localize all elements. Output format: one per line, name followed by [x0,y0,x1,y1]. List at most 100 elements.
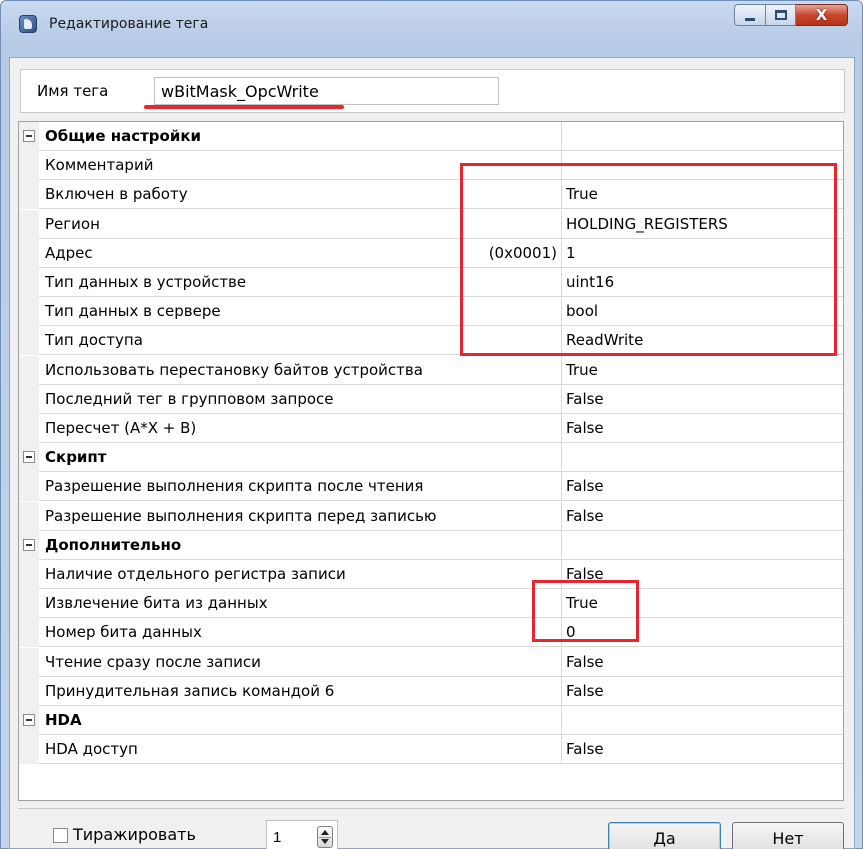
property-row[interactable]: Пересчет (A*X + B) False [19,414,843,443]
property-name: Чтение сразу после записи [39,647,562,677]
category-title: HDA [39,706,562,735]
grid-margin [19,647,39,677]
property-row[interactable]: Разрешение выполнения скрипта после чтен… [19,472,843,502]
property-value[interactable]: False [562,648,843,677]
property-name-text: Использовать перестановку байтов устройс… [45,360,423,379]
grid-margin [19,589,39,619]
tag-editor-icon [19,15,37,33]
property-name-text: Комментарий [45,156,154,175]
tag-name-input[interactable] [154,77,499,105]
close-button[interactable]: X [796,4,848,26]
property-value[interactable]: False [562,385,843,414]
collapse-icon[interactable] [23,130,35,142]
grid-margin [19,676,39,706]
grid-category[interactable]: Дополнительно [19,530,843,560]
property-name-text: Разрешение выполнения скрипта после чтен… [45,477,424,496]
property-row[interactable]: Извлечение бита из данных True [19,589,843,619]
collapse-icon[interactable] [23,538,35,551]
property-row[interactable]: Принудительная запись командой 6 False [19,676,843,706]
minimize-button[interactable] [734,4,766,26]
grid-category[interactable]: Общие настройки [19,122,843,151]
category-value [562,122,843,151]
footer-separator [18,808,844,809]
grid-margin [19,297,39,327]
dialog-client-area: Имя тега Общие настройки Комментарий Включ… [9,57,855,849]
property-name-text: HDA доступ [45,740,138,759]
grid-margin [19,326,39,356]
category-title: Скрипт [39,443,562,473]
property-name: Номер бита данных [39,618,562,648]
grid-margin [19,735,39,765]
grid-margin [19,238,39,268]
grid-margin [19,560,39,589]
tag-edit-window: Редактирование тега X Имя тега Общие нас… [0,0,863,849]
property-name-text: Тип данных в устройстве [45,273,247,291]
grid-margin [19,530,39,560]
property-value[interactable]: True [562,356,843,385]
property-row[interactable]: Последний тег в групповом запросе False [19,384,843,414]
maximize-button[interactable] [766,4,796,26]
property-row[interactable]: Разрешение выполнения скрипта перед запи… [19,501,843,531]
cancel-button[interactable]: Нет [732,822,844,849]
category-title: Общие настройки [39,122,562,151]
property-value[interactable]: False [562,502,843,531]
property-row[interactable]: Чтение сразу после записи False [19,647,843,677]
property-name: Принудительная запись командой 6 [39,676,562,706]
grid-category[interactable]: Скрипт [19,443,843,473]
property-value[interactable]: False [562,735,843,765]
grid-margin [19,618,39,648]
category-value [562,443,843,473]
property-value[interactable]: False [562,414,843,443]
grid-margin [19,180,39,210]
spin-down-icon[interactable] [321,839,329,844]
grid-margin [19,443,39,473]
property-value[interactable]: False [562,472,843,502]
property-name-text: Адрес [45,243,93,262]
property-name-text: Номер бита данных [45,623,202,642]
property-name: Последний тег в групповом запросе [39,384,562,414]
grid-margin [19,501,39,531]
grid-margin [19,472,39,502]
grid-category[interactable]: HDA [19,706,843,735]
grid-margin [19,355,39,385]
property-name-text: Тип данных в сервере [45,302,221,321]
property-row[interactable]: Наличие отдельного регистра записи False [19,560,843,589]
property-name-text: Регион [45,214,100,233]
replicate-checkbox[interactable] [53,828,68,843]
tag-name-label: Имя тега [37,82,109,100]
property-name: Извлечение бита из данных [39,589,562,619]
count-spinner[interactable]: 1 [266,820,338,849]
property-row[interactable]: Использовать перестановку байтов устройс… [19,355,843,385]
count-value[interactable]: 1 [273,829,281,846]
replicate-label[interactable]: Тиражировать [73,825,196,844]
grid-margin [19,414,39,443]
collapse-icon[interactable] [23,451,35,464]
property-name-text: Разрешение выполнения скрипта перед запи… [45,506,437,525]
property-name-text: Чтение сразу после записи [45,652,261,671]
maximize-icon [774,10,787,20]
grid-margin [19,384,39,414]
collapse-icon[interactable] [23,714,35,726]
category-value [562,531,843,560]
title-bar[interactable]: Редактирование тега X [1,1,862,51]
highlight-box-bit [532,580,639,642]
property-row[interactable]: HDA доступ False [19,735,843,765]
grid-margin [19,209,39,239]
property-value[interactable]: False [562,677,843,706]
property-name: HDA доступ [39,735,562,765]
window-controls: X [734,4,848,30]
ok-button[interactable]: Да [608,822,721,849]
property-name-text: Тип доступа [45,331,143,350]
property-name: Пересчет (A*X + B) [39,414,562,443]
spinner-buttons[interactable] [317,826,333,848]
close-icon: X [815,6,828,24]
category-value [562,706,843,735]
spin-up-icon[interactable] [321,830,329,835]
window-title: Редактирование тега [49,16,209,32]
grid-margin [19,151,39,181]
category-title: Дополнительно [39,530,562,560]
property-name: Использовать перестановку байтов устройс… [39,355,562,385]
highlight-box-main [460,163,837,356]
property-row[interactable]: Номер бита данных 0 [19,618,843,648]
spin-divider [319,837,331,838]
